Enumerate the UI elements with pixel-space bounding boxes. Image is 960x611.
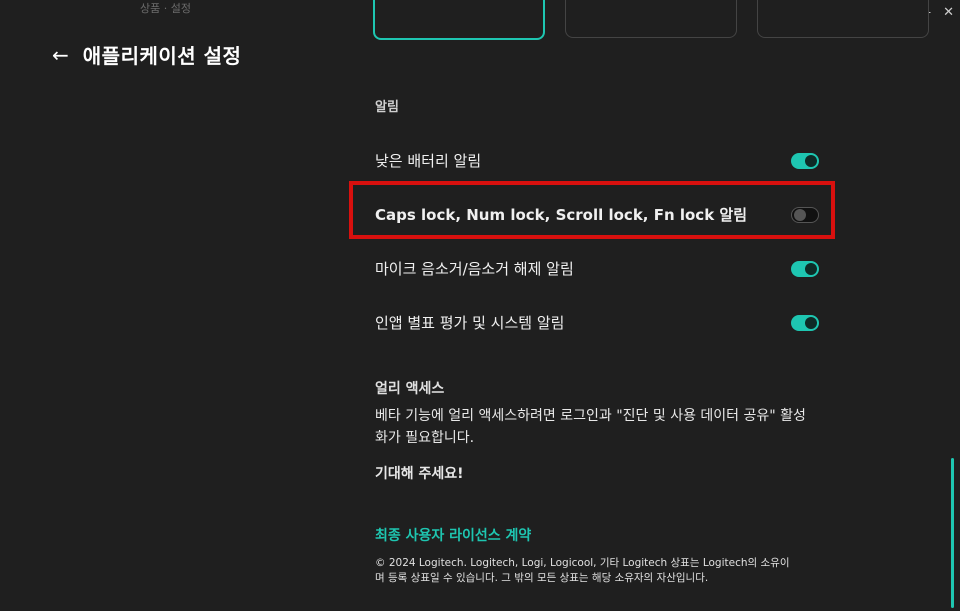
early-access-description: 베타 기능에 얼리 액세스하려면 로그인과 "진단 및 사용 데이터 공유" 활… [375,408,806,446]
copyright-text: © 2024 Logitech. Logitech, Logi, Logicoo… [375,557,790,584]
scrollbar-thumb[interactable] [951,458,954,608]
toggle-knob [794,208,806,221]
notification-label: 낮은 배터리 알림 [375,152,482,170]
notification-label: 마이크 음소거/음소거 해제 알림 [375,260,574,278]
scrolled-header-remnant: 상품 · 설정 [140,2,191,15]
device-card[interactable] [565,0,737,38]
close-icon[interactable]: ✕ [943,4,954,22]
early-access-coming-soon: 기대해 주세요! [375,466,464,482]
notification-label: 인앱 별표 평가 및 시스템 알림 [375,314,565,332]
section-title-notifications: 알림 [375,100,399,115]
mic-mute-toggle[interactable] [791,260,819,277]
notifications-section: 알림 [375,96,835,115]
notification-row-mic-mute[interactable]: 마이크 음소거/음소거 해제 알림 [375,258,819,279]
lock-keys-toggle[interactable] [791,206,819,223]
device-card[interactable] [757,0,929,38]
notification-label: Caps lock, Num lock, Scroll lock, Fn loc… [375,206,747,224]
page-title: 애플리케이션 설정 [82,44,242,68]
notification-row-in-app-rating[interactable]: 인앱 별표 평가 및 시스템 알림 [375,312,819,333]
toggle-knob [805,154,817,167]
device-card-selected[interactable] [373,0,545,40]
page-header: ← 애플리케이션 설정 [52,40,241,69]
window-controls: – ✕ [925,4,954,22]
toggle-knob [805,262,817,275]
early-access-title: 얼리 액세스 [375,381,445,397]
in-app-rating-toggle[interactable] [791,314,819,331]
device-cards [373,0,929,40]
toggle-knob [805,316,817,329]
low-battery-toggle[interactable] [791,152,819,169]
back-arrow-icon[interactable]: ← [52,41,69,69]
eula-link[interactable]: 최종 사용자 라이선스 계약 [375,525,531,545]
notification-row-lock-keys[interactable]: Caps lock, Num lock, Scroll lock, Fn loc… [375,204,819,225]
notification-row-low-battery[interactable]: 낮은 배터리 알림 [375,150,819,171]
